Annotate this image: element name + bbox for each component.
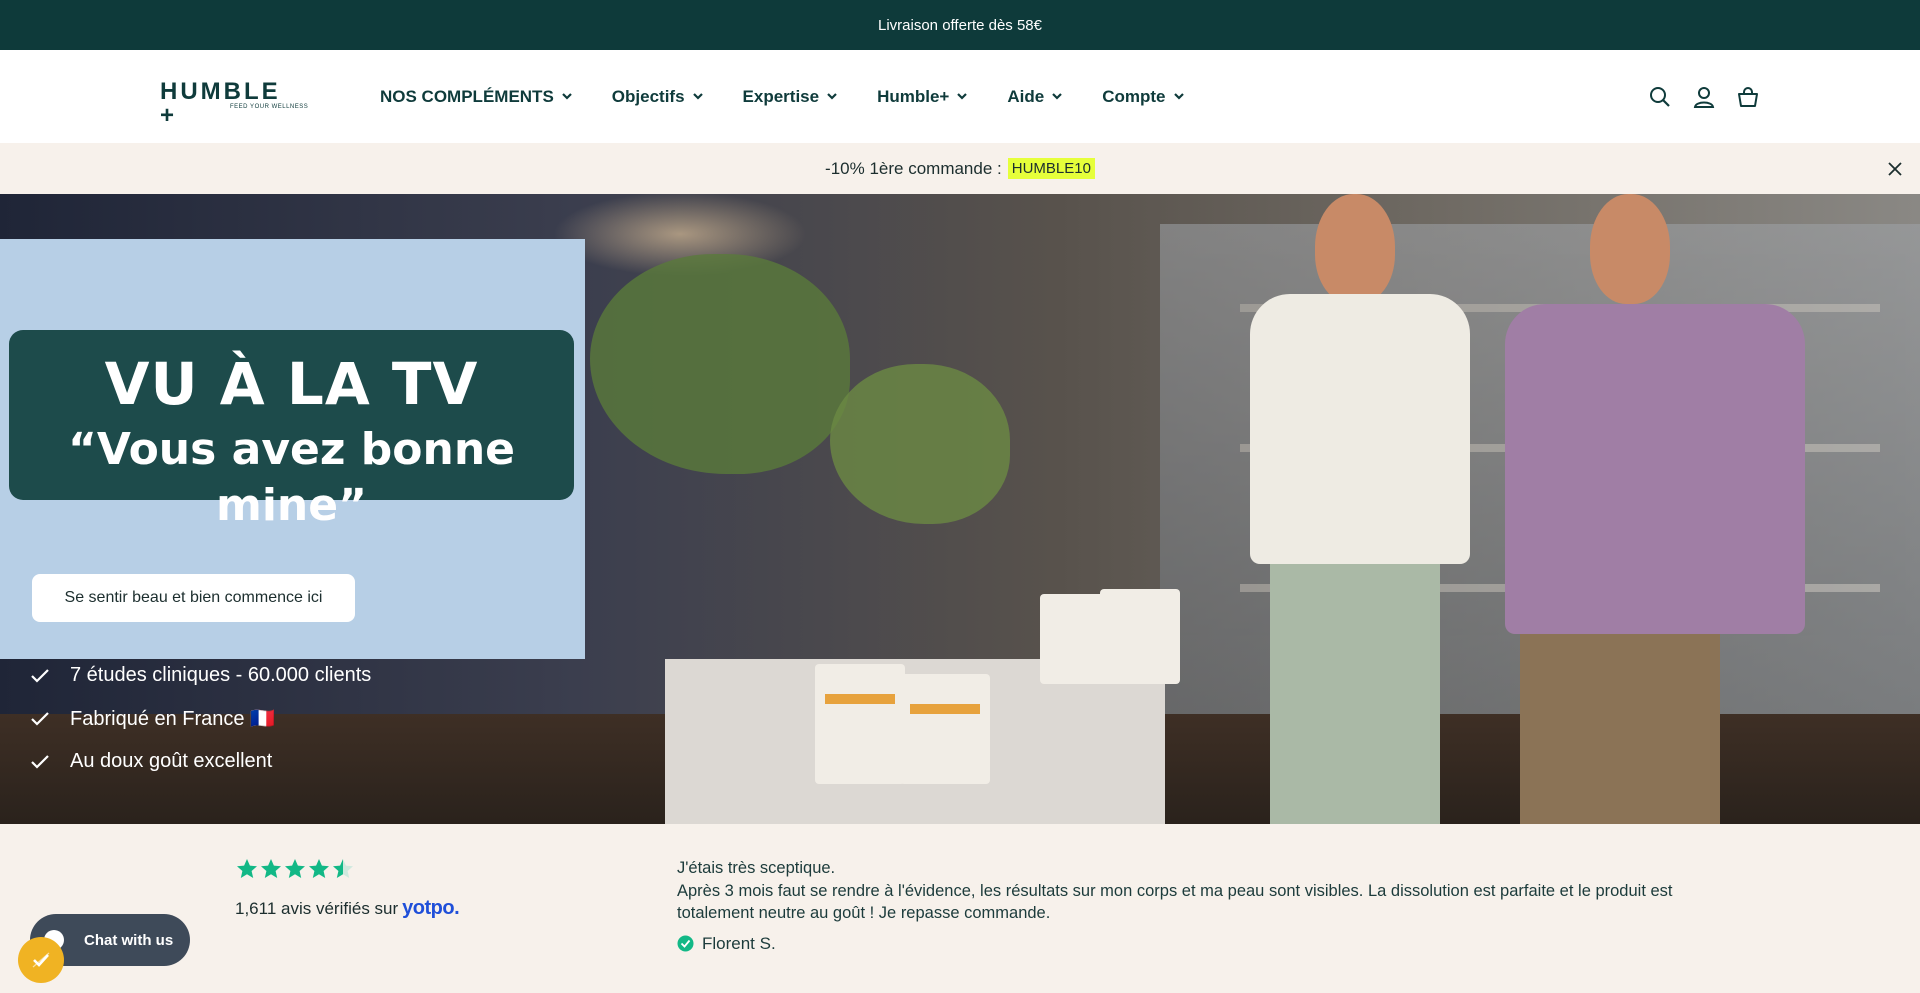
testimonial-title: J'étais très sceptique.	[677, 859, 836, 877]
testimonial-author: Florent S.	[677, 933, 1697, 956]
promo-code[interactable]: HUMBLE10	[1007, 158, 1095, 179]
star-icon	[261, 859, 281, 878]
search-icon	[1650, 86, 1670, 107]
benefit-item: Fabriqué en France 🇫🇷	[30, 697, 371, 740]
chevron-down-icon	[692, 93, 703, 100]
hero-banner: VU À LA TV “Vous avez bonne mine” Se sen…	[0, 194, 1920, 824]
benefit-item: Au doux goût excellent	[30, 740, 371, 783]
half-star-icon	[333, 859, 353, 878]
checkmark-icon	[31, 754, 49, 769]
rewards-button[interactable]	[18, 937, 64, 983]
checkmark-icon	[31, 711, 49, 726]
site-header: HUMBLE + FEED YOUR WELLNESS NOS COMPLÉME…	[0, 50, 1920, 143]
promo-text: -10% 1ère commande :	[825, 158, 1002, 178]
cart-icon	[1738, 86, 1758, 107]
logo-tagline: FEED YOUR WELLNESS	[230, 104, 309, 110]
promo-banner: -10% 1ère commande : HUMBLE10	[0, 143, 1920, 194]
nav-item-objectifs[interactable]: Objectifs	[612, 87, 703, 107]
star-icon	[285, 859, 305, 878]
star-rating	[235, 857, 355, 881]
benefit-item: 7 études cliniques - 60.000 clients	[30, 654, 371, 697]
verified-icon	[677, 935, 694, 952]
testimonial-body: Après 3 mois faut se rendre à l'évidence…	[677, 881, 1673, 923]
nav-label: Expertise	[742, 86, 820, 106]
reviews-section: 1,611 avis vérifiés sur yotpo. J'étais t…	[0, 824, 1920, 993]
benefit-text: 7 études cliniques - 60.000 clients	[70, 664, 372, 686]
nav-item-aide[interactable]: Aide	[1007, 87, 1062, 107]
nav-item-humble-plus[interactable]: Humble+	[877, 86, 968, 107]
nav-item-expertise[interactable]: Expertise	[743, 87, 838, 107]
cart-button[interactable]	[1736, 85, 1760, 109]
star-icon	[309, 859, 329, 878]
chevron-down-icon	[1052, 93, 1062, 100]
account-button[interactable]	[1692, 85, 1716, 109]
nav-item-compte[interactable]: Compte	[1102, 86, 1184, 107]
nav-label: Aide	[1007, 86, 1045, 106]
nav-label: NOS COMPLÉMENTS	[380, 86, 554, 106]
nav-label: Compte	[1102, 86, 1166, 106]
header-actions	[1628, 50, 1760, 143]
chevron-down-icon	[957, 93, 968, 100]
nav-item-complements[interactable]: NOS COMPLÉMENTS	[380, 87, 572, 107]
tv-badge: VU À LA TV “Vous avez bonne mine”	[9, 330, 574, 531]
main-nav: NOS COMPLÉMENTS Objectifs Expertise Humb…	[380, 50, 1224, 143]
checkmark-icon	[31, 668, 49, 683]
close-icon	[1888, 162, 1902, 176]
reviews-count[interactable]: 1,611 avis vérifiés sur yotpo.	[235, 897, 460, 920]
logo[interactable]: HUMBLE + FEED YOUR WELLNESS	[160, 80, 309, 128]
chat-label: Chat with us	[84, 931, 174, 949]
hero-cta-button[interactable]: Se sentir beau et bien commence ici	[32, 574, 355, 622]
tv-title: VU À LA TV	[104, 350, 479, 418]
announcement-bar: Livraison offerte dès 58€	[0, 0, 1920, 50]
review-count-number: 1,611	[235, 898, 277, 918]
benefit-text: Fabriqué en France 🇫🇷	[70, 708, 275, 730]
hero-benefits: 7 études cliniques - 60.000 clients Fabr…	[30, 654, 371, 783]
chevron-down-icon	[1173, 93, 1184, 100]
review-count-text: avis vérifiés sur	[281, 898, 399, 918]
chevron-down-icon	[562, 93, 572, 100]
nav-label: Objectifs	[611, 86, 685, 106]
star-icon	[237, 859, 257, 878]
tv-quote: “Vous avez bonne mine”	[68, 424, 515, 531]
nav-label: Humble+	[877, 86, 950, 106]
yotpo-logo: yotpo.	[402, 897, 460, 919]
search-button[interactable]	[1648, 85, 1672, 109]
close-button[interactable]	[1886, 160, 1904, 178]
author-name: Florent S.	[702, 933, 776, 953]
benefit-text: Au doux goût excellent	[70, 750, 273, 772]
chevron-down-icon	[827, 93, 837, 100]
testimonial: J'étais très sceptique. Après 3 mois fau…	[677, 857, 1697, 955]
badge-icon	[32, 952, 50, 968]
announcement-text: Livraison offerte dès 58€	[878, 16, 1042, 34]
account-icon	[1693, 86, 1715, 108]
